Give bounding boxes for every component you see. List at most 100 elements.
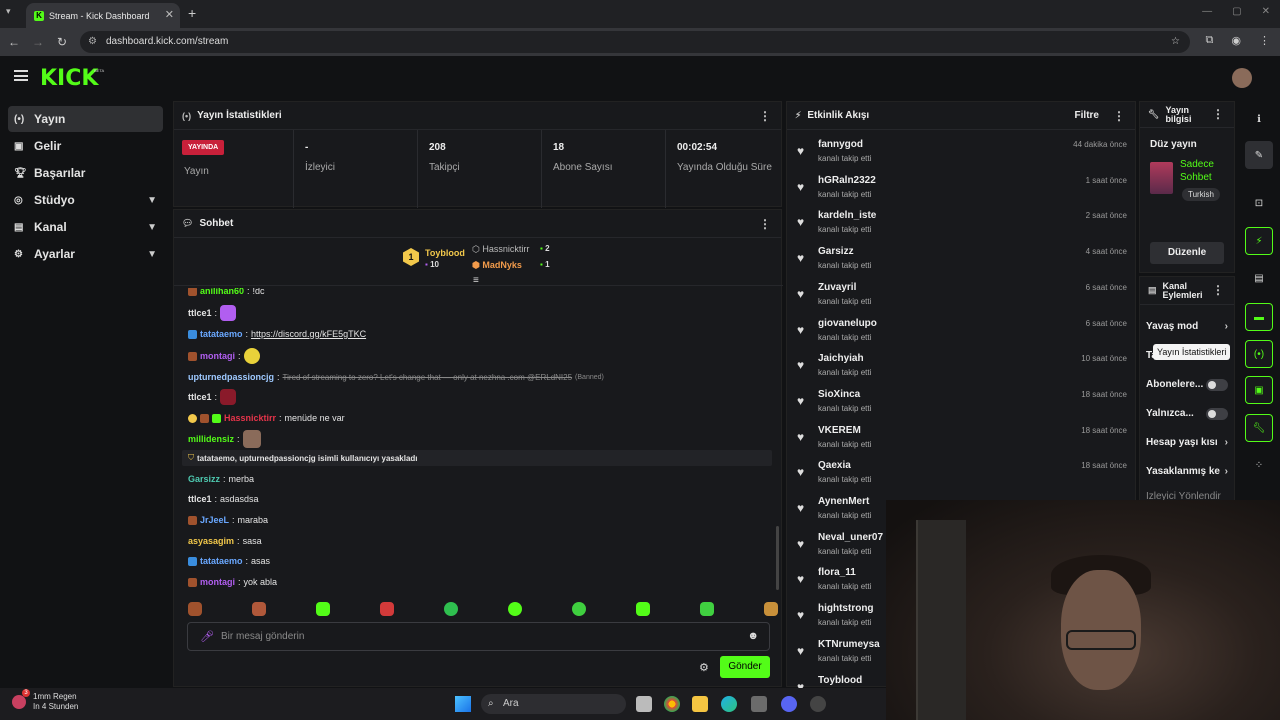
browser-menu-icon[interactable]: ⋮ bbox=[1259, 34, 1270, 47]
more-options-icon[interactable]: ⋮ bbox=[1212, 284, 1224, 296]
emote-icon[interactable] bbox=[380, 602, 394, 616]
channel-actions-icon[interactable]: ▣ bbox=[1245, 376, 1273, 404]
emote-icon[interactable] bbox=[636, 602, 650, 616]
user-avatar[interactable] bbox=[1232, 68, 1252, 88]
activity-username[interactable]: Neval_uner07 bbox=[818, 532, 883, 543]
new-tab-button[interactable]: + bbox=[188, 5, 196, 21]
activity-username[interactable]: Qaexia bbox=[818, 460, 851, 471]
emote-icon[interactable] bbox=[316, 602, 330, 616]
activity-username[interactable]: hightstrong bbox=[818, 603, 874, 614]
activity-item[interactable]: ♥ giovanelupo kanalı takip etti 6 saat önce bbox=[787, 313, 1137, 349]
emote-icon[interactable] bbox=[444, 602, 458, 616]
chat-username[interactable]: tatataemo bbox=[200, 329, 243, 339]
chat-scrollbar[interactable] bbox=[776, 526, 779, 590]
activity-username[interactable]: Zuvayril bbox=[818, 282, 856, 293]
activity-username[interactable]: Toyblood bbox=[818, 675, 862, 686]
chat-settings-icon[interactable]: ⚙ bbox=[699, 661, 709, 674]
activity-username[interactable]: Jaichyiah bbox=[818, 353, 864, 364]
activity-username[interactable]: giovanelupo bbox=[818, 318, 877, 329]
banned-words-row[interactable]: Yasaklanmış ke › bbox=[1146, 466, 1232, 477]
bookmark-star-icon[interactable]: ☆ bbox=[1171, 31, 1180, 53]
emote-icon[interactable] bbox=[252, 602, 266, 616]
chat-username[interactable]: ttlce1 bbox=[188, 392, 212, 402]
filter-button[interactable]: Filtre bbox=[1075, 110, 1099, 121]
pencil-icon[interactable]: ✎ bbox=[1245, 141, 1273, 169]
activity-username[interactable]: SioXinca bbox=[818, 389, 860, 400]
url-field[interactable]: ⚙ dashboard.kick.com/stream ☆ bbox=[80, 31, 1190, 53]
emoji-picker-icon[interactable]: ☻ bbox=[747, 630, 759, 642]
activity-item[interactable]: ♥ fannygod kanalı takip etti 44 dakika önce bbox=[787, 134, 1137, 170]
emote-icon[interactable] bbox=[764, 602, 778, 616]
wrench-icon[interactable]: 🔧︎ bbox=[1245, 414, 1273, 442]
leaderboard-first-name[interactable]: Toyblood bbox=[425, 248, 465, 258]
activity-item[interactable]: ♥ kardeln_iste kanalı takip etti 2 saat önc… bbox=[787, 205, 1137, 241]
activity-item[interactable]: ♥ SioXinca kanalı takip etti 18 saat önce bbox=[787, 384, 1137, 420]
chat-username[interactable]: montagi bbox=[200, 351, 235, 361]
activity-item[interactable]: ♥ VKEREM kanalı takip etti 18 saat önce bbox=[787, 420, 1137, 456]
activity-item[interactable]: ♥ Garsizz kanalı takip etti 4 saat önce bbox=[787, 241, 1137, 277]
taskbar-search[interactable]: ⌕ Ara bbox=[481, 694, 626, 714]
account-age-row[interactable]: Hesap yaşı kısı › bbox=[1146, 437, 1232, 448]
sidebar-item-ayarlar[interactable]: ⚙ Ayarlar ▼ bbox=[8, 241, 163, 267]
category-link[interactable]: Sadece Sohbet bbox=[1180, 158, 1230, 184]
leaderboard-third-name[interactable]: ⬢ MadNyks bbox=[472, 260, 522, 271]
task-view-icon[interactable] bbox=[636, 696, 652, 712]
more-widgets-icon[interactable]: ⁘ bbox=[1245, 451, 1273, 479]
windows-start-icon[interactable] bbox=[455, 696, 471, 712]
broadcast-icon[interactable]: (•) bbox=[1245, 340, 1273, 368]
reload-icon[interactable]: ↻ bbox=[50, 35, 74, 49]
extensions-icon[interactable]: ⧉ bbox=[1206, 34, 1214, 47]
activity-username[interactable]: fannygod bbox=[818, 139, 863, 150]
lightning-icon[interactable]: ⚡︎ bbox=[1245, 227, 1273, 255]
edit-button[interactable]: Düzenle bbox=[1150, 242, 1224, 264]
activity-username[interactable]: Garsizz bbox=[818, 246, 854, 257]
forward-icon[interactable]: → bbox=[26, 35, 50, 49]
sidebar-item-basarilar[interactable]: 🏆︎ Başarılar bbox=[8, 160, 163, 186]
notes-icon[interactable]: ▤ bbox=[1245, 264, 1273, 292]
info-icon[interactable]: ℹ bbox=[1245, 105, 1273, 133]
subscribers-only-toggle[interactable] bbox=[1206, 379, 1228, 391]
chat-username[interactable]: tatataemo bbox=[200, 556, 243, 566]
send-button[interactable]: Gönder bbox=[720, 656, 770, 678]
target-icon[interactable]: ⊡ bbox=[1245, 189, 1273, 217]
back-icon[interactable]: ← bbox=[2, 35, 26, 49]
chat-username[interactable]: millidensiz bbox=[188, 434, 234, 444]
emote-icon[interactable] bbox=[508, 602, 522, 616]
browser-tab[interactable]: K Stream - Kick Dashboard ✕ bbox=[26, 3, 180, 28]
file-explorer-icon[interactable] bbox=[692, 696, 708, 712]
app-icon[interactable] bbox=[810, 696, 826, 712]
chat-username[interactable]: Garsizz bbox=[188, 474, 220, 484]
store-icon[interactable] bbox=[751, 696, 767, 712]
activity-username[interactable]: kardeln_iste bbox=[818, 210, 876, 221]
chat-icon[interactable]: ▬ bbox=[1245, 303, 1273, 331]
activity-username[interactable]: AynenMert bbox=[818, 496, 869, 507]
microphone-icon[interactable]: 🎤︎ bbox=[200, 630, 214, 643]
chat-message-input[interactable]: 🎤︎ Bir mesaj gönderin ☻ bbox=[187, 622, 770, 651]
activity-username[interactable]: hGRaln2322 bbox=[818, 175, 876, 186]
hamburger-menu-icon[interactable] bbox=[14, 70, 28, 81]
emote-icon[interactable] bbox=[572, 602, 586, 616]
chat-username[interactable]: upturnedpassioncjg bbox=[188, 372, 274, 382]
sidebar-item-yayin[interactable]: (•) Yayın bbox=[8, 106, 163, 132]
minimize-icon[interactable]: — bbox=[1202, 6, 1212, 17]
activity-item[interactable]: ♥ hGRaln2322 kanalı takip etti 1 saat önce bbox=[787, 170, 1137, 206]
close-tab-icon[interactable]: ✕ bbox=[165, 8, 174, 21]
slow-mode-row[interactable]: Yavaş mod › bbox=[1146, 321, 1232, 332]
chat-username[interactable]: JrJeeL bbox=[200, 515, 229, 525]
sidebar-item-studyo[interactable]: ◎ Stüdyo ▼ bbox=[8, 187, 163, 213]
chat-link[interactable]: https://discord.gg/kFE5gTKC bbox=[251, 329, 366, 339]
maximize-icon[interactable]: ▢ bbox=[1232, 6, 1241, 17]
more-options-icon[interactable]: ⋮ bbox=[1113, 109, 1125, 123]
close-window-icon[interactable]: ✕ bbox=[1262, 6, 1270, 17]
discord-icon[interactable] bbox=[781, 696, 797, 712]
only-toggle[interactable] bbox=[1206, 408, 1228, 420]
tab-search-icon[interactable]: ▾ bbox=[6, 6, 11, 17]
leaderboard-second-name[interactable]: ⬡ Hassnicktirr bbox=[472, 244, 529, 255]
expand-leaderboard-icon[interactable]: ≡ bbox=[473, 275, 479, 286]
activity-username[interactable]: KTNrumeysa bbox=[818, 639, 880, 650]
sidebar-item-gelir[interactable]: ▣ Gelir bbox=[8, 133, 163, 159]
kick-logo[interactable]: KICK bbox=[40, 66, 98, 91]
chat-username[interactable]: ttlce1 bbox=[188, 494, 212, 504]
site-info-icon[interactable]: ⚙ bbox=[88, 31, 97, 53]
only-row[interactable]: Yalnızca... bbox=[1146, 408, 1208, 419]
